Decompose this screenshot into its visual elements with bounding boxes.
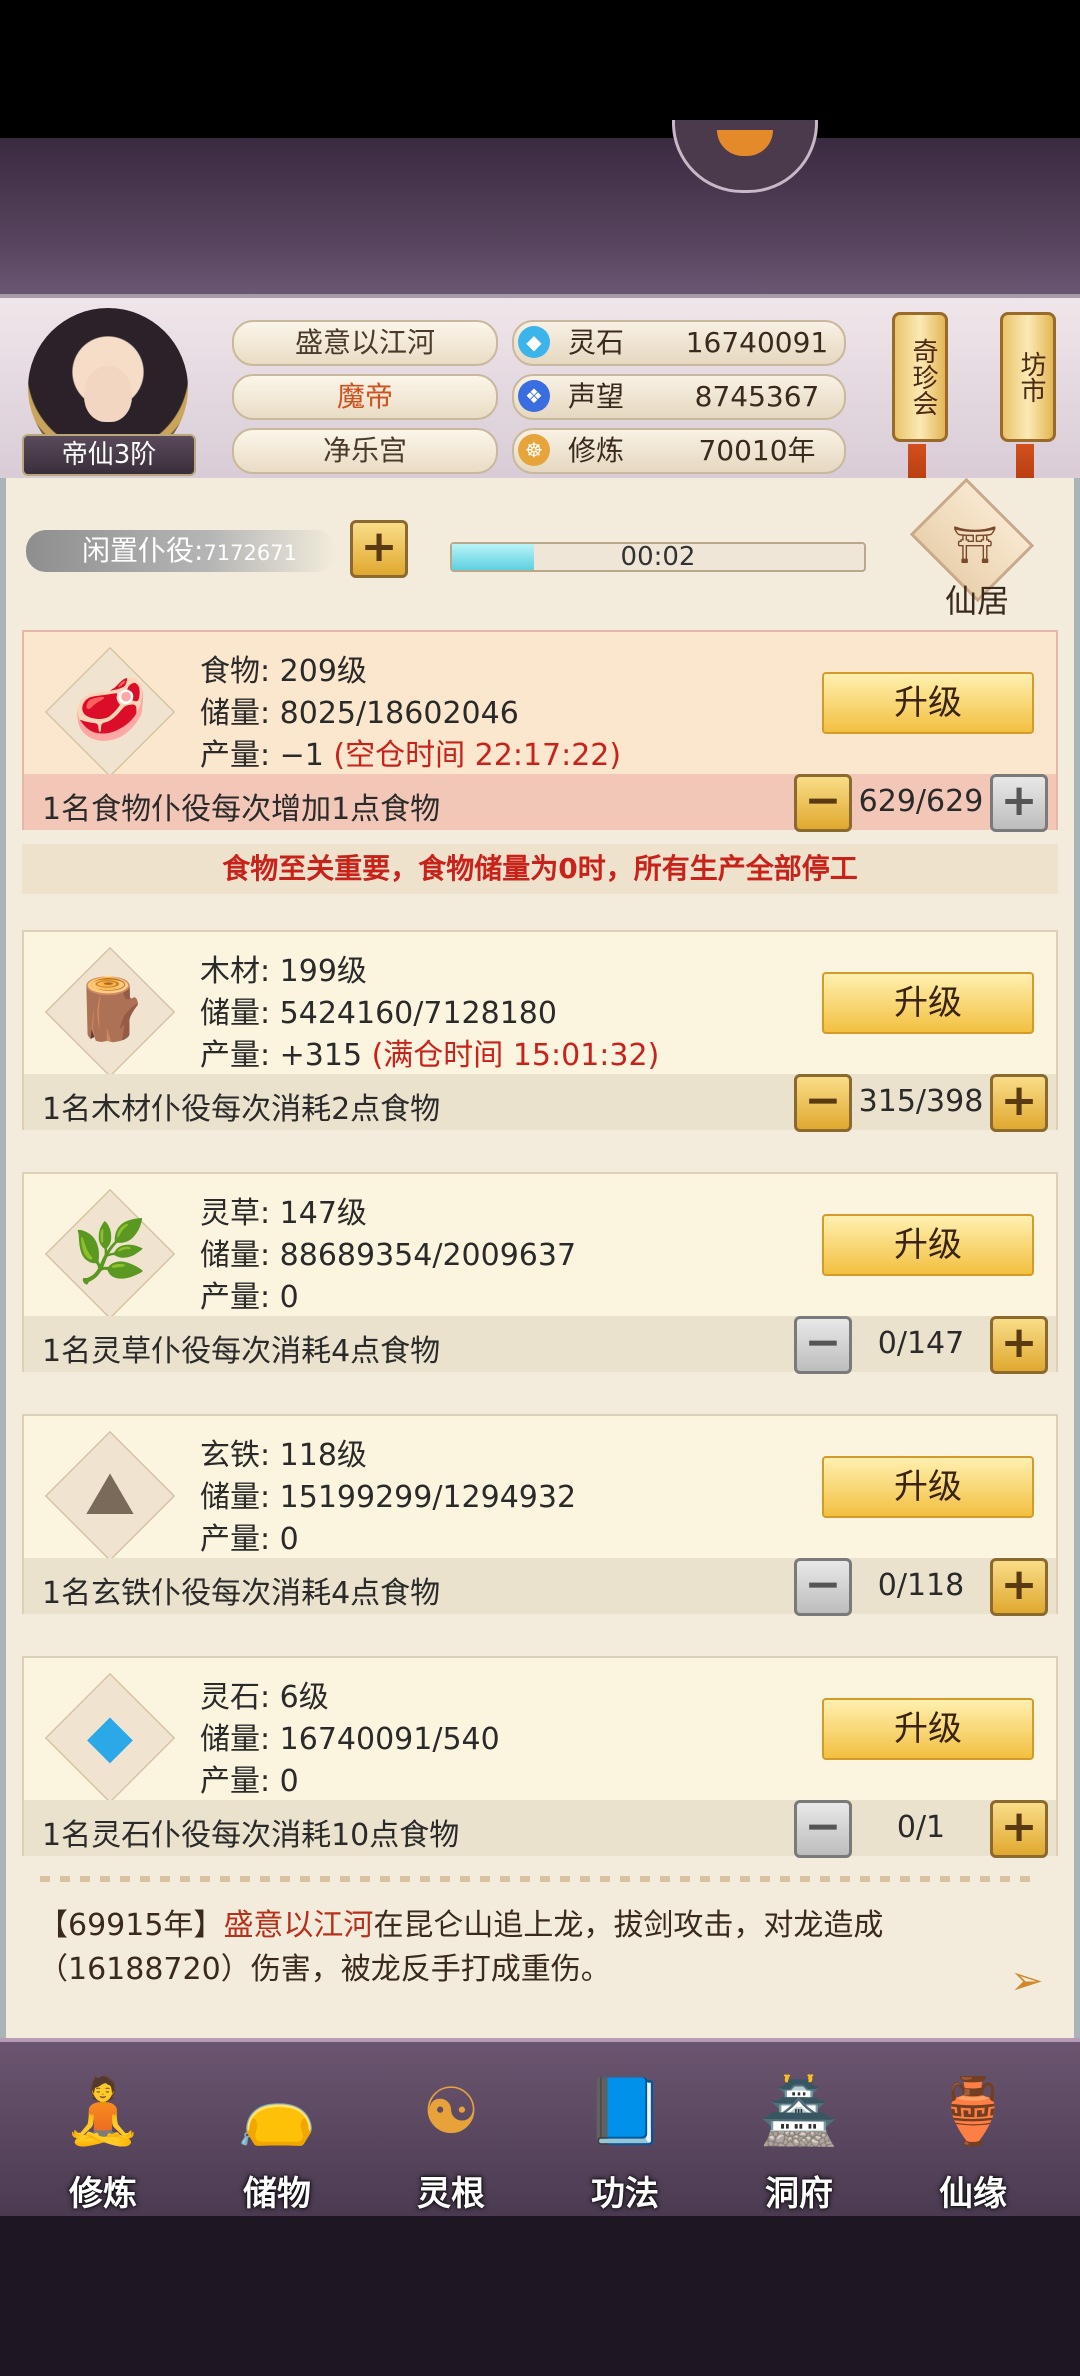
worker-count: 0/1 xyxy=(896,1810,946,1845)
worker-bar: 1名灵石仆役每次消耗10点食物 − 0/1 + xyxy=(24,1800,1056,1858)
add-worker-button[interactable]: + xyxy=(990,1800,1048,1858)
stat-spirit-stone: ◆ 灵石 16740091 xyxy=(512,320,846,366)
log-next-arrow-icon[interactable]: ➢ xyxy=(1010,1958,1044,2004)
remove-worker-button[interactable]: − xyxy=(794,774,852,832)
cultivate-icon: 🧘 xyxy=(63,2075,143,2149)
remove-worker-button[interactable]: − xyxy=(794,1074,852,1132)
idle-workers: 闲置仆役:7172671 xyxy=(26,530,336,572)
upgrade-button[interactable]: 升级 xyxy=(822,1698,1034,1760)
rank-badge: 帝仙3阶 xyxy=(22,434,196,476)
avatar-face xyxy=(84,366,132,422)
remove-worker-button[interactable]: − xyxy=(794,1558,852,1616)
bottom-nav: 🧘 修炼 👝 储物 ☯ 灵根 📘 功法 🏯 洞府 🏺 仙缘 xyxy=(0,2038,1080,2220)
nav-skills[interactable]: 📘 功法 xyxy=(550,2062,700,2214)
pagoda-icon: ⛩ xyxy=(952,525,998,566)
cave-dwelling-icon: 🏯 xyxy=(759,2075,839,2149)
remove-worker-button[interactable]: − xyxy=(794,1800,852,1858)
storage-bag-icon: 👝 xyxy=(237,2075,317,2149)
top-ornament xyxy=(0,138,1080,298)
cultivation-icon: ☸ xyxy=(518,434,550,466)
treasure-fair-button[interactable]: 奇珍会 xyxy=(892,312,948,442)
player-sect: 净乐宫 xyxy=(232,428,498,474)
add-worker-button[interactable]: + xyxy=(990,1316,1048,1374)
nav-storage[interactable]: 👝 储物 xyxy=(202,2062,352,2214)
upgrade-button[interactable]: 升级 xyxy=(822,1456,1034,1518)
upgrade-button[interactable]: 升级 xyxy=(822,972,1034,1034)
resource-card-herb: 🌿 灵草: 147级 储量: 88689354/2009637 产量: 0 升级… xyxy=(22,1172,1058,1374)
add-worker-button[interactable]: + xyxy=(990,1558,1048,1616)
food-warning: 食物至关重要，食物储量为0时，所有生产全部停工 xyxy=(22,844,1058,894)
log-year: 【69915年】 xyxy=(38,1908,224,1943)
herb-icon: 🌿 xyxy=(72,1217,148,1287)
add-worker-button[interactable]: + xyxy=(990,774,1048,832)
nav-fortune[interactable]: 🏺 仙缘 xyxy=(898,2062,1048,2214)
worker-bar: 1名食物仆役每次增加1点食物 − 629/629 + xyxy=(24,774,1056,832)
fortune-gourd-icon: 🏺 xyxy=(933,2075,1013,2149)
upgrade-button[interactable]: 升级 xyxy=(822,672,1034,734)
worker-timer-bar: 00:02 xyxy=(450,542,866,572)
add-worker-button[interactable]: + xyxy=(990,1074,1048,1132)
player-name: 盛意以江河 xyxy=(232,320,498,366)
worker-count: 629/629 xyxy=(858,784,984,819)
residence-label: 仙居 xyxy=(944,582,1009,620)
bottom-background xyxy=(0,2216,1080,2376)
spirit-root-icon: ☯ xyxy=(422,2075,480,2149)
remove-worker-button[interactable]: − xyxy=(794,1316,852,1374)
spirit-stone-icon: ◆ xyxy=(86,1701,134,1771)
nav-cave[interactable]: 🏯 洞府 xyxy=(724,2062,874,2214)
player-title: 魔帝 xyxy=(232,374,498,420)
meat-icon: 🥩 xyxy=(72,675,148,745)
prestige-icon: ❖ xyxy=(518,380,550,412)
market-button[interactable]: 坊市 xyxy=(1000,312,1056,442)
stat-prestige: ❖ 声望 8745367 xyxy=(512,374,846,420)
wood-icon: 🪵 xyxy=(72,975,148,1045)
worker-bar: 1名灵草仆役每次消耗4点食物 − 0/147 + xyxy=(24,1316,1056,1374)
resource-card-wood: 🪵 木材: 199级 储量: 5424160/7128180 产量: +315 … xyxy=(22,930,1058,1132)
resource-card-food: 🥩 食物: 209级 储量: 8025/18602046 产量: −1 (空仓时… xyxy=(22,630,1058,832)
stat-cultivation: ☸ 修炼 70010年 xyxy=(512,428,846,474)
timer-text: 00:02 xyxy=(620,542,696,572)
residence-button[interactable]: ⛩ 仙居 xyxy=(902,477,1052,620)
event-log[interactable]: 【69915年】盛意以江河在昆仑山追上龙，拔剑攻击，对龙造成（16188720）… xyxy=(38,1904,1048,1992)
nav-spirit-root[interactable]: ☯ 灵根 xyxy=(376,2062,526,2214)
nav-cultivate[interactable]: 🧘 修炼 xyxy=(28,2062,178,2214)
resource-card-spirit-stone: ◆ 灵石: 6级 储量: 16740091/540 产量: 0 升级 1名灵石仆… xyxy=(22,1656,1058,1858)
resource-card-iron: ⛰ 玄铁: 118级 储量: 15199299/1294932 产量: 0 升级… xyxy=(22,1414,1058,1616)
worker-bar: 1名木材仆役每次消耗2点食物 − 315/398 + xyxy=(24,1074,1056,1132)
worker-count: 0/147 xyxy=(877,1326,965,1361)
add-worker-button[interactable]: + xyxy=(350,520,408,578)
worker-count: 315/398 xyxy=(858,1084,984,1119)
iron-ore-icon: ⛰ xyxy=(84,1459,136,1529)
log-player-name: 盛意以江河 xyxy=(223,1908,374,1943)
player-header: 帝仙3阶 盛意以江河 魔帝 净乐宫 ◆ 灵石 16740091 ❖ 声望 874… xyxy=(0,294,1080,488)
worker-count: 0/118 xyxy=(877,1568,965,1603)
upgrade-button[interactable]: 升级 xyxy=(822,1214,1034,1276)
idle-worker-count: 7172671 xyxy=(203,541,297,565)
skill-book-icon: 📘 xyxy=(585,2075,665,2149)
spirit-stone-icon: ◆ xyxy=(518,326,550,358)
worker-bar: 1名玄铁仆役每次消耗4点食物 − 0/118 + xyxy=(24,1558,1056,1616)
ornamental-divider xyxy=(40,1876,1040,1882)
status-bar xyxy=(0,0,1080,138)
